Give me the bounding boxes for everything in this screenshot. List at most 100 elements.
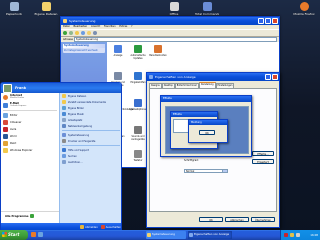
firefox-icon bbox=[299, 2, 309, 11]
antivirus-icon[interactable] bbox=[284, 233, 288, 237]
control-panel-icon bbox=[62, 133, 66, 137]
cp-item[interactable]: Tastatur bbox=[129, 150, 147, 162]
back-icon[interactable] bbox=[63, 31, 67, 35]
switch-category-view-link[interactable]: Zur Kategorieansicht wechseln bbox=[63, 48, 105, 53]
maximize-button[interactable] bbox=[265, 18, 271, 24]
power-icon bbox=[100, 225, 105, 229]
cp-item[interactable]: Internetoptionen bbox=[129, 99, 147, 111]
close-button[interactable] bbox=[272, 18, 278, 24]
divider bbox=[62, 130, 120, 131]
task-button-active[interactable]: Eigenschaften von Anzeige bbox=[188, 231, 232, 239]
computer-icon bbox=[62, 118, 66, 122]
menu-tools[interactable]: Extras bbox=[119, 25, 127, 28]
recent-item[interactable]: CCleaner bbox=[1, 119, 59, 126]
firefox-icon[interactable] bbox=[31, 232, 36, 237]
divider bbox=[3, 110, 57, 111]
run-icon bbox=[62, 160, 66, 164]
cp-item[interactable]: Anzeige bbox=[109, 45, 127, 57]
right-item[interactable]: Ausführen... bbox=[60, 159, 121, 165]
volume-icon[interactable] bbox=[296, 233, 300, 237]
start-button[interactable]: Start bbox=[0, 230, 28, 240]
desktop-icon-my-documents[interactable]: Eigene Dateien bbox=[34, 2, 58, 16]
recent-item[interactable]: Editor bbox=[1, 112, 59, 119]
printer-icon bbox=[62, 139, 66, 143]
user-accounts-icon bbox=[154, 45, 162, 53]
folder-icon bbox=[41, 2, 51, 11]
task-button[interactable]: Systemsteuerung bbox=[146, 231, 186, 239]
menu-view[interactable]: Ansicht bbox=[91, 25, 100, 28]
up-folder-icon[interactable] bbox=[75, 31, 79, 35]
menu-edit[interactable]: Bearbeiten bbox=[73, 25, 87, 28]
folders-icon[interactable] bbox=[87, 31, 91, 35]
recent-item[interactable]: Windows Explorer bbox=[1, 147, 59, 154]
cp-item[interactable]: Sounds und Audiogeräte bbox=[129, 126, 147, 141]
dialog-titlebar[interactable]: Eigenschaften von Anzeige bbox=[147, 73, 279, 81]
advanced-button[interactable]: Erweitert bbox=[252, 159, 274, 164]
menu-favorites[interactable]: Favoriten bbox=[104, 25, 116, 28]
desktop: Papierkorb Eigene Dateien Office Total C… bbox=[0, 0, 320, 240]
cp-item[interactable]: Automatische Updates bbox=[129, 45, 147, 60]
internet-options-icon bbox=[134, 99, 142, 107]
cp-item[interactable]: Eingabehilfen bbox=[129, 72, 147, 84]
folder-icon bbox=[147, 233, 151, 237]
window-titlebar[interactable]: Systemsteuerung bbox=[61, 17, 279, 25]
dialog-close-button[interactable] bbox=[272, 74, 278, 80]
mail-icon bbox=[3, 102, 8, 108]
desktop-icon-firefox[interactable]: Mozilla Firefox bbox=[292, 2, 316, 16]
pinned-item-email[interactable]: E-Mail Outlook Express bbox=[1, 101, 59, 109]
font-size-select[interactable]: Normal bbox=[184, 169, 228, 173]
taskbar: Start Systemsteuerung Eigenschaften von … bbox=[0, 230, 320, 240]
right-item[interactable]: Netzwerkumgebung bbox=[60, 123, 121, 129]
logoff-button[interactable]: Abmelden bbox=[80, 225, 98, 229]
help-button[interactable] bbox=[265, 74, 271, 80]
effects-titlebar[interactable]: Effekte bbox=[161, 96, 251, 102]
network-places-icon bbox=[62, 124, 66, 128]
minimize-button[interactable] bbox=[258, 18, 264, 24]
shutdown-button[interactable]: Ausschalten bbox=[100, 225, 121, 229]
updates-icon bbox=[134, 45, 142, 53]
pinned-item-internet[interactable]: Internet Mozilla Firefox bbox=[1, 93, 59, 101]
views-icon[interactable] bbox=[93, 31, 97, 35]
help-icon bbox=[62, 148, 66, 152]
preview-ok-button: OK bbox=[199, 130, 215, 135]
right-item[interactable]: Drucker und Faxgeräte bbox=[60, 138, 121, 144]
display-icon bbox=[189, 233, 193, 237]
system-tray: 16:08 bbox=[280, 230, 320, 240]
recent-item[interactable]: Word bbox=[1, 133, 59, 140]
all-programs-button[interactable]: Alle Programme bbox=[1, 211, 59, 220]
avatar[interactable] bbox=[3, 83, 12, 93]
cancel-button[interactable]: Abbrechen bbox=[225, 217, 249, 222]
paint-icon bbox=[3, 141, 8, 146]
recent-item[interactable]: Paint bbox=[1, 140, 59, 147]
effects-preview: Effekte Meldung OK bbox=[165, 106, 249, 154]
start-menu-left: Internet Mozilla Firefox E-Mail Outlook Ex… bbox=[1, 93, 59, 223]
printers-icon bbox=[114, 72, 122, 80]
desktop-icon-total-commander[interactable]: Total Commander bbox=[195, 2, 219, 16]
start-menu: Frank Internet Mozilla Firefox E-Mail Outl… bbox=[0, 82, 122, 232]
display-icon bbox=[149, 75, 153, 79]
display-icon bbox=[114, 45, 122, 53]
clock[interactable]: 16:08 bbox=[310, 233, 318, 237]
show-desktop-icon[interactable] bbox=[38, 232, 43, 237]
effects-button[interactable]: Effekte... bbox=[252, 151, 274, 156]
user-name: Frank bbox=[15, 86, 27, 90]
office-icon bbox=[169, 2, 179, 11]
ccleaner-icon bbox=[3, 120, 8, 125]
desktop-icon-office[interactable]: Office bbox=[162, 2, 186, 16]
effects-dialog: Effekte Effekte Meldung OK bbox=[160, 95, 252, 157]
notepad-icon bbox=[3, 113, 8, 118]
menu-help[interactable]: ? bbox=[131, 25, 132, 28]
pictures-icon bbox=[62, 106, 66, 110]
avira-icon bbox=[3, 127, 8, 132]
desktop-icon-recycle-bin[interactable]: Papierkorb bbox=[2, 2, 26, 16]
recent-item[interactable]: Avira bbox=[1, 126, 59, 133]
ok-button[interactable]: OK bbox=[199, 217, 223, 222]
cp-item[interactable]: Benutzerkonten bbox=[149, 45, 167, 57]
network-tray-icon[interactable] bbox=[290, 233, 294, 237]
apply-button[interactable]: Übernehmen bbox=[251, 217, 275, 222]
toolbar bbox=[61, 29, 279, 37]
search-icon[interactable] bbox=[81, 31, 85, 35]
forward-icon[interactable] bbox=[69, 31, 73, 35]
menu-file[interactable]: Datei bbox=[63, 25, 70, 28]
sounds-icon bbox=[134, 126, 142, 134]
